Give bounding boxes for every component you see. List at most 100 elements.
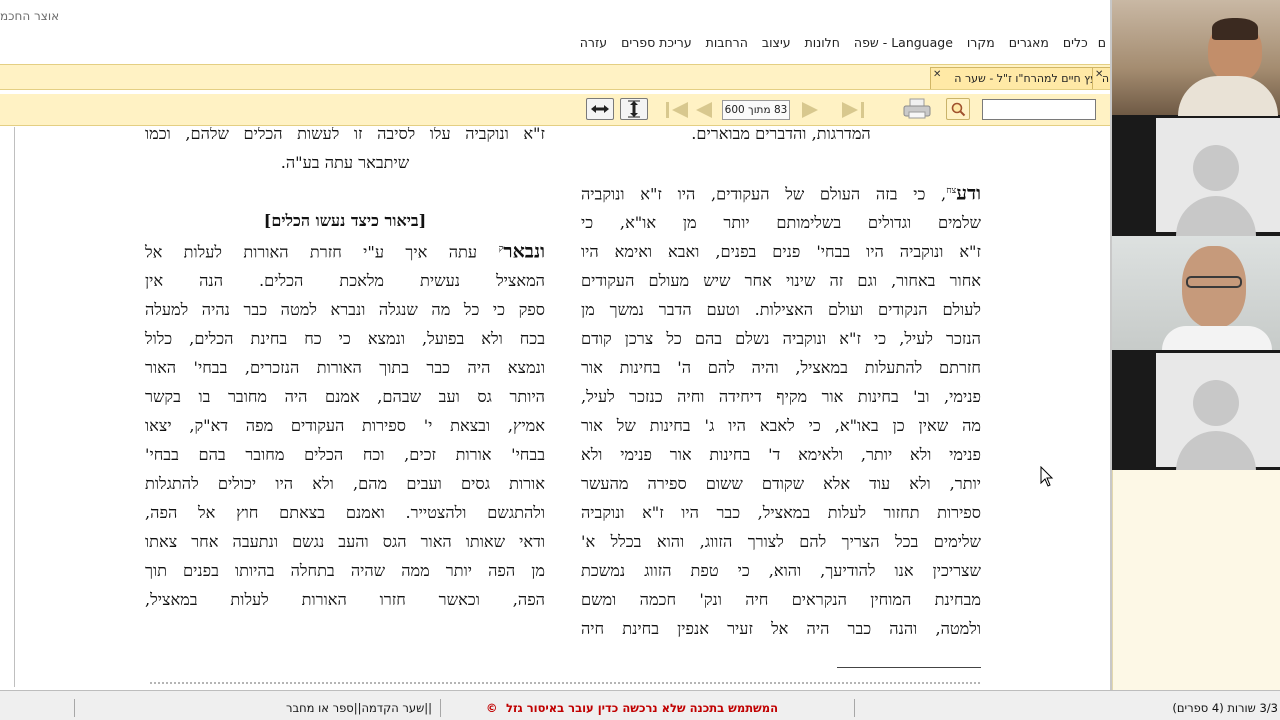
tab-label: עץ חיים למהרח"ו ז"ל - שער ה [954, 72, 1097, 85]
toolbar [0, 94, 1112, 126]
text-line: [ביאור כיצד נעשו הכלים] [145, 206, 545, 235]
line-text: עתה איך ע"י חזרת האורות לעלות אל [145, 242, 499, 262]
menu-item-6[interactable]: הרחבות [706, 34, 748, 52]
video-panel [1112, 0, 1280, 471]
line-text: מבחינת המוחין הנקראים חיה ונק' חכמה ומשם [581, 590, 981, 610]
window-title: אוצר החכמ [0, 9, 60, 23]
menu-item-1[interactable]: מאגרים [1009, 34, 1049, 52]
text-line: יותר, ולא עוד אלא שקודם ששום ספירה מהעשר [581, 469, 981, 498]
text-line: שיתבאר עתה בע"ה. [145, 148, 545, 177]
tab-etz-chaim[interactable]: ✕ עץ חיים למהרח"ו ז"ל - שער ה [930, 67, 1104, 89]
menu-item-7[interactable]: עריכת ספרים [621, 34, 692, 52]
text-line: שצריכין אנו להודיעך, והוא, כי טפת הזווג … [581, 556, 981, 585]
menu-item-3[interactable]: Language - שפה [854, 34, 953, 52]
text-line: אחור באחור, וגם זה שינוי אחר שיש מעולם ה… [581, 266, 981, 295]
previous-page-icon[interactable] [692, 100, 714, 120]
copyright-icon: © [486, 701, 498, 715]
text-line: פנימי ולא יותר, ולאימא ד' בחינות אור פני… [581, 440, 981, 469]
line-text: ז"א ונוקביה עלו לסיבה זו לעשות הכלים שלה… [145, 127, 545, 143]
text-line: אורות גסים ועבים מהם, ולא היו יכולים להת… [145, 469, 545, 498]
line-text: חזרתם להתעלות במאציל, והיה להם ה' בחינות… [581, 358, 981, 378]
line-text: שלמים וגדולים בשלימותם יותר מן או"א, כי [581, 213, 981, 233]
video-tile-participant-3[interactable] [1112, 353, 1280, 471]
line-text: שצריכין אנו להודיעך, והוא, כי טפת הזווג … [581, 561, 981, 581]
text-line: המאציל נעשית מלאכת הכלים. הנה אין [145, 266, 545, 295]
text-line: המדרגות, והדברים מבוארים. [581, 127, 981, 148]
line-text: מה שאין כן באו"א, כי לאבא היו ג' בחינות … [581, 416, 981, 436]
text-line: ספירות תחזור לעלות במאציל, כבר היו ז"א ו… [581, 498, 981, 527]
footnote-divider [837, 667, 981, 668]
status-separator [854, 699, 855, 717]
page-number-field[interactable]: 83 מתוך 600 [722, 100, 790, 120]
fit-width-button[interactable] [586, 98, 614, 120]
menu-item-5[interactable]: עיצוב [762, 34, 791, 52]
fit-height-button[interactable] [620, 98, 648, 120]
line-text: בכח ולא בפועל, ונמצא כי כח בחינת הכלים, … [145, 329, 545, 349]
text-line: ז"א ונוקביה היו בבחי' פנים בפנים, ואבא ו… [581, 237, 981, 266]
menu-item-8[interactable]: עזרה [580, 34, 607, 52]
first-page-icon[interactable] [664, 100, 690, 120]
menu-list: ם כלים מאגרים מקרו Language - שפה חלונות עיצו… [0, 34, 1112, 52]
status-separator [74, 699, 75, 717]
avatar-head-icon [1193, 380, 1239, 426]
line-text: אורות גסים ועבים מהם, ולא היו יכולים להת… [145, 474, 545, 494]
status-separator [440, 699, 441, 717]
footnote-marker[interactable]: צח [946, 186, 956, 196]
text-line: בבחי' אורות זכים, וכח הכלים מחובר בהם בב… [145, 440, 545, 469]
left-column: ז"א ונוקביה עלו לסיבה זו לעשות הכלים שלה… [145, 127, 545, 614]
text-line: ונמצא היה כבר בתוך האורות הנזכרים, בבחי'… [145, 353, 545, 382]
status-bar: 3/3 שורות (4 ספרים) המשתמש בתכנה שלא נרכ… [0, 690, 1280, 720]
menu-item-2[interactable]: מקרו [967, 34, 995, 52]
text-line: שלימים בכל הצריך להם לצורך הזווג, והוא ב… [581, 527, 981, 556]
line-text: ספק כי כל מה שנגלה ונברא למטה כבר נהיה ל… [145, 300, 545, 320]
print-icon[interactable] [902, 98, 932, 120]
text-line: ולהתגשם ולהצטייר. ואמנם בצאתם חוץ אל הפה… [145, 498, 545, 527]
tab-other[interactable]: ✕ ה [1092, 67, 1112, 89]
avatar-head-icon [1193, 145, 1239, 191]
video-tile-participant-2[interactable] [1112, 236, 1280, 350]
document-view[interactable]: המדרגות, והדברים מבוארים. ודעצח, כי בזה … [14, 127, 1110, 687]
fit-height-icon [628, 100, 640, 118]
text-line: ודעצח, כי בזה העולם של העקודים, היו ז"א … [581, 177, 981, 208]
search-button[interactable] [946, 98, 970, 120]
text-line: ונבארק עתה איך ע"י חזרת האורות לעלות אל [145, 235, 545, 266]
search-input[interactable] [982, 99, 1096, 120]
participant-shirt [1162, 326, 1272, 350]
last-page-icon[interactable] [840, 100, 866, 120]
menu-item-cut[interactable]: ם [1098, 34, 1106, 52]
line-text: [ביאור כיצד נעשו הכלים] [263, 211, 427, 230]
line-text: ספירות תחזור לעלות במאציל, כבר היו ז"א ו… [581, 503, 981, 523]
lead-word: ודע [956, 182, 981, 205]
text-line: ולמטה, והנה כבר היה אל זעיר אנפין בחינת … [581, 614, 981, 643]
tab-strip: ✕ עץ חיים למהרח"ו ז"ל - שער ה ✕ ה [0, 64, 1112, 90]
line-text: אמיץ, ובצאת י' ספירות העקודים מפה דא"ק, … [145, 416, 545, 436]
mouse-pointer-icon [1040, 466, 1054, 487]
line-text: שלימים בכל הצריך להם לצורך הזווג, והוא ב… [581, 532, 981, 552]
line-text: הפה, וכאשר חזרו האורות לעלות במאציל, [145, 590, 545, 610]
menu-bar: ם כלים מאגרים מקרו Language - שפה חלונות עיצו… [0, 34, 1112, 54]
tab-close-icon[interactable]: ✕ [933, 69, 941, 80]
line-text: פנימי ולא יותר, ולאימא ד' בחינות אור פני… [581, 445, 981, 465]
text-line: פנימי, וב' בחינות אור מקיף דיחידה וחיה כ… [581, 382, 981, 411]
presenter-body [1178, 76, 1278, 116]
text-line: שלמים וגדולים בשלימותם יותר מן או"א, כי [581, 208, 981, 237]
video-tile-participant-1[interactable] [1112, 118, 1280, 236]
menu-item-4[interactable]: חלונות [805, 34, 840, 52]
line-text: ולהתגשם ולהצטייר. ואמנם בצאתם חוץ אל הפה… [145, 503, 545, 523]
line-text: שיתבאר עתה בע"ה. [280, 153, 410, 172]
line-text: היותר גס ועב שבהם, אמנם היה מחובר בו בקש… [145, 387, 545, 407]
next-page-icon[interactable] [800, 100, 822, 120]
tab-close-icon[interactable]: ✕ [1095, 69, 1103, 80]
line-text: אחור באחור, וגם זה שינוי אחר שיש מעולם ה… [581, 271, 981, 291]
line-text: , כי בזה העולם של העקודים, היו ז"א ונוקב… [581, 184, 947, 204]
line-text: הנזכר לעיל, כי ז"א ונוקביה נשלם בהם כל צ… [581, 329, 981, 349]
fit-width-icon [591, 105, 609, 113]
participant-glasses [1186, 276, 1242, 288]
text-line: ז"א ונוקביה עלו לסיבה זו לעשות הכלים שלה… [145, 127, 545, 148]
status-location: ||שער הקדמה||ספר או מחבר [286, 701, 432, 715]
text-line: ודאי שאותו האור הגס והעב נגשם ונתעבה אחר… [145, 527, 545, 556]
text-line [145, 177, 545, 206]
video-tile-presenter[interactable] [1112, 0, 1280, 116]
magnifier-icon [951, 102, 966, 117]
menu-item-0[interactable]: כלים [1063, 34, 1088, 52]
